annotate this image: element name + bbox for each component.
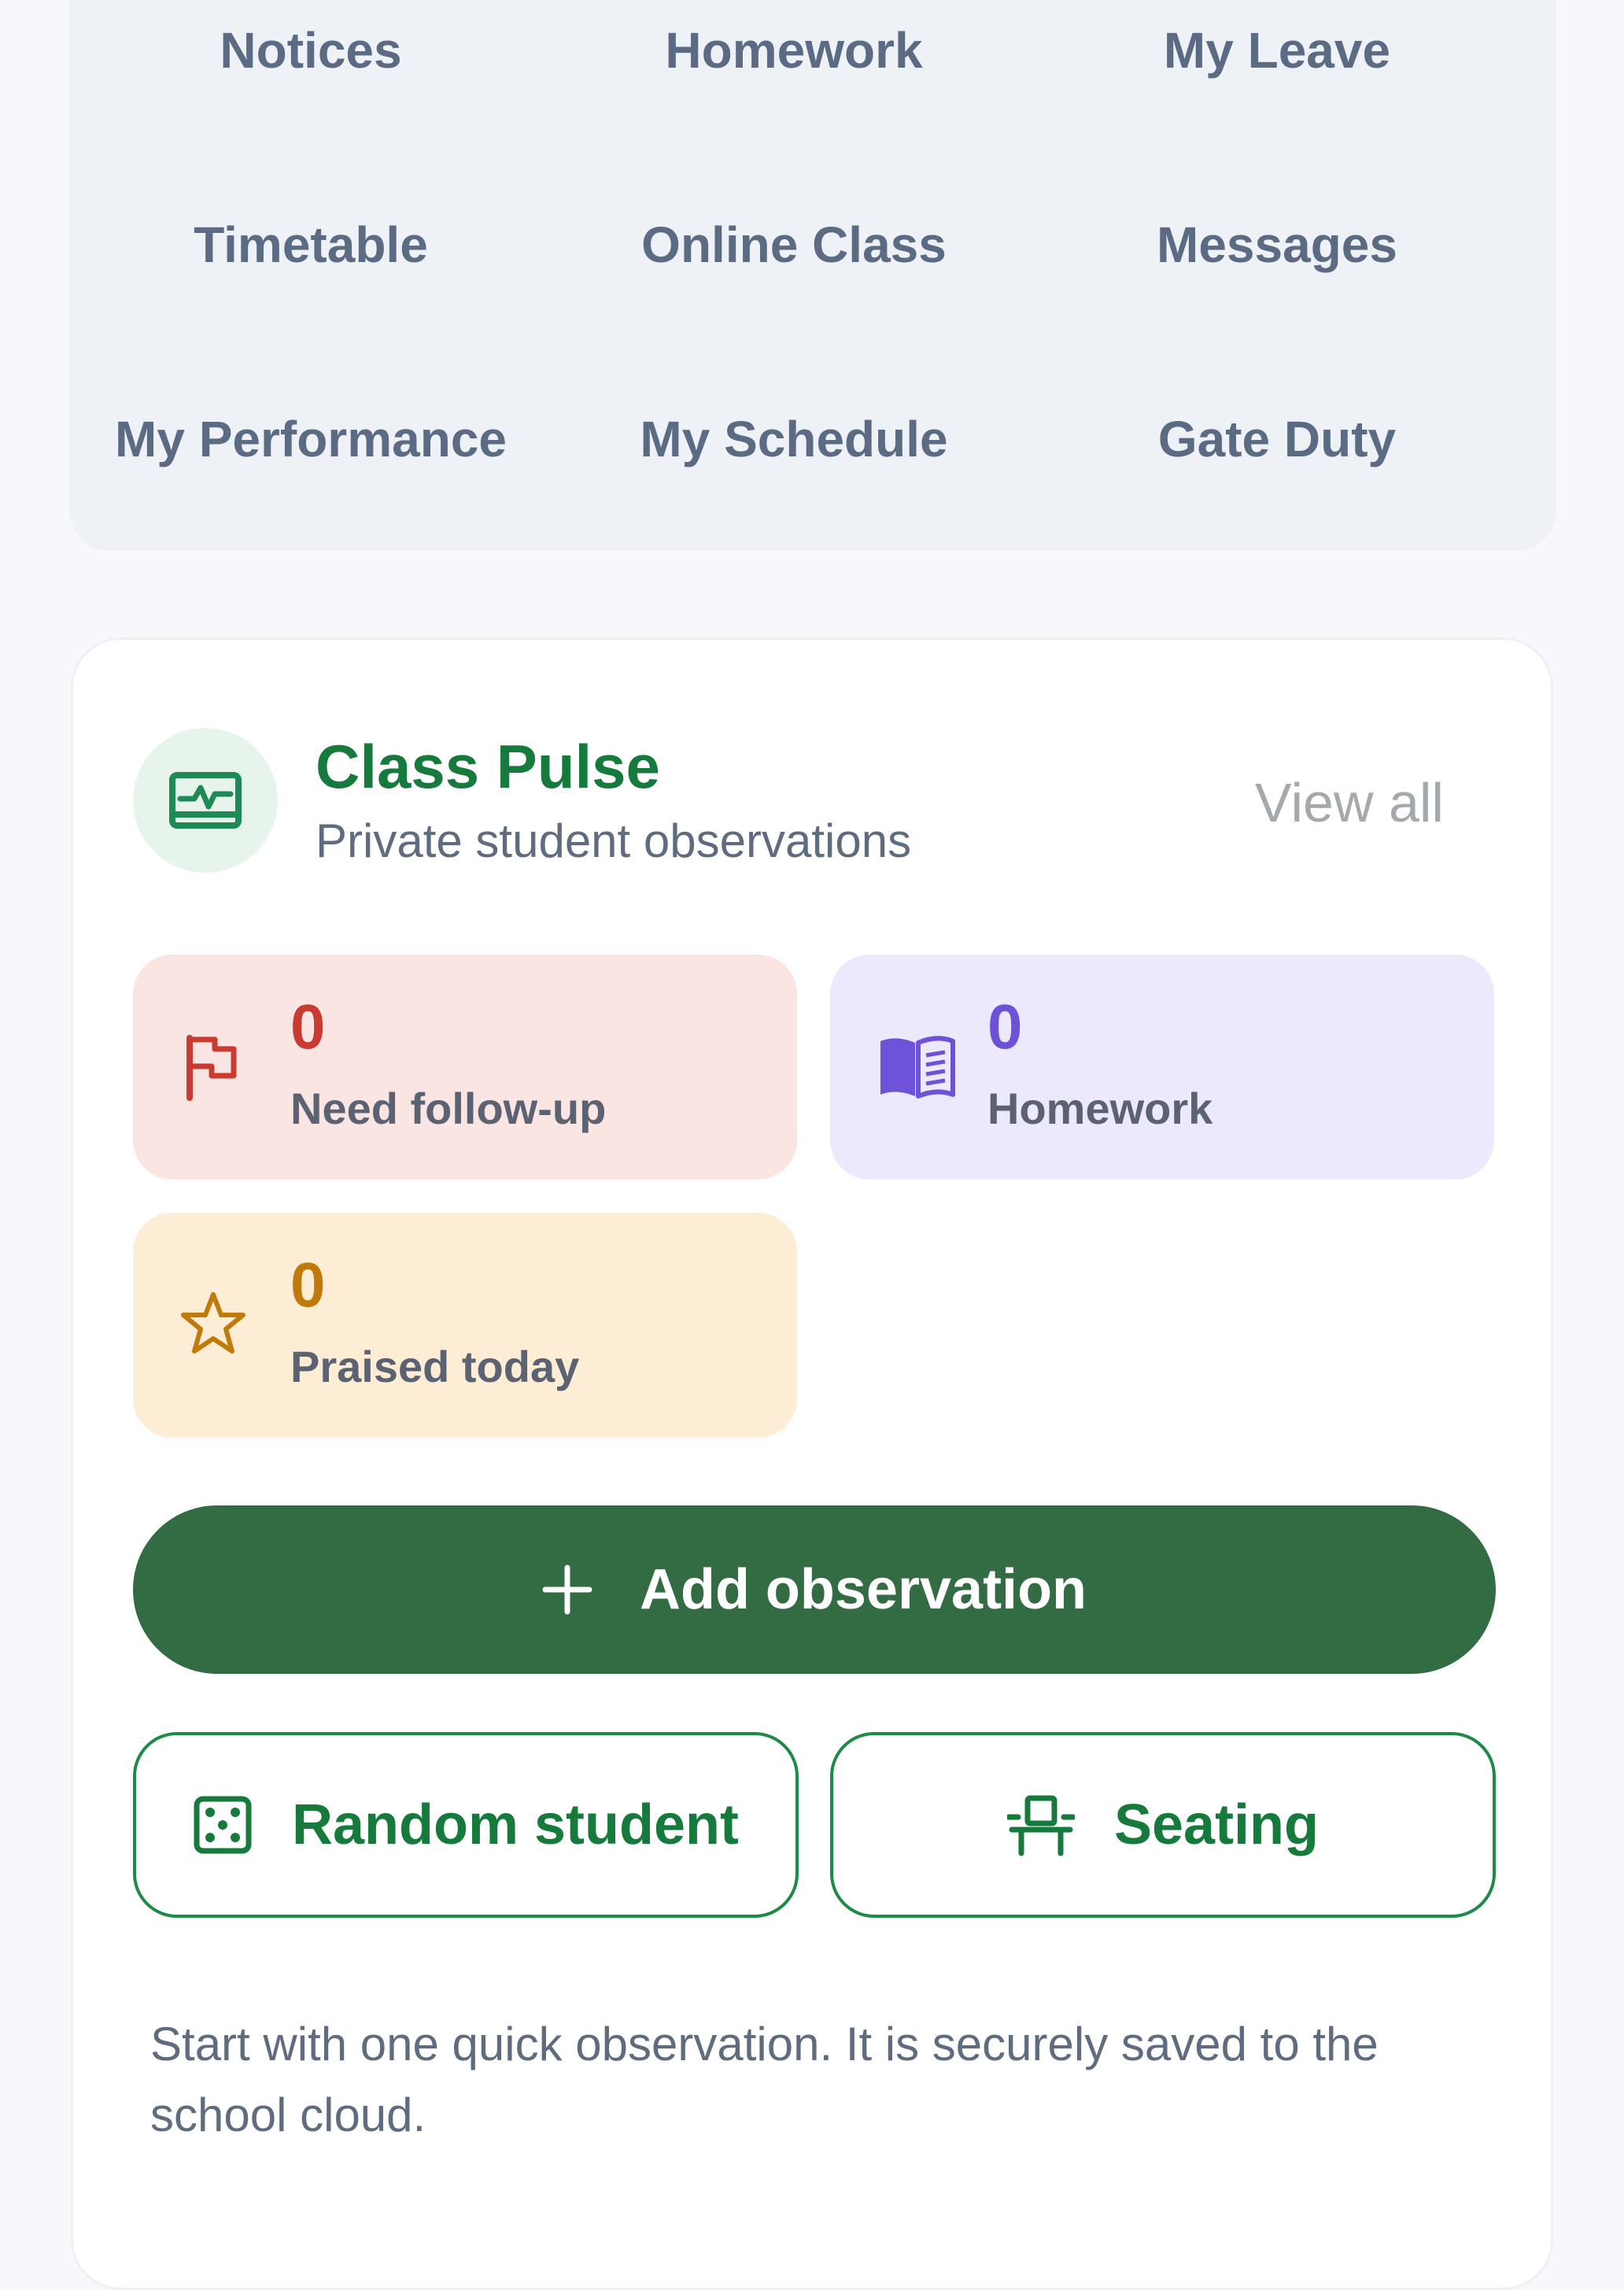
seating-label: Seating (1113, 1793, 1320, 1856)
quick-link-timetable[interactable]: Timetable (69, 220, 552, 270)
quick-link-notices[interactable]: Notices (69, 25, 552, 76)
class-pulse-subtitle: Private student observations (316, 814, 912, 867)
stat-homework[interactable]: 0 Homework (830, 955, 1494, 1180)
quick-link-homework[interactable]: Homework (552, 25, 1035, 76)
homework-count: 0 (987, 992, 1023, 1062)
add-observation-button[interactable]: Add observation (133, 1505, 1496, 1674)
quick-link-my-performance[interactable]: My Performance (69, 414, 552, 464)
view-all-link[interactable]: View all (1255, 775, 1444, 830)
praised-label: Praised today (290, 1342, 580, 1391)
praised-count: 0 (290, 1250, 326, 1320)
quick-link-my-schedule[interactable]: My Schedule (552, 414, 1035, 464)
star-icon (181, 1292, 245, 1354)
follow-up-count: 0 (290, 992, 326, 1062)
quick-links-grid: Notices Homework My Leave Timetable Onli… (69, 0, 1556, 551)
dice-icon (194, 1796, 252, 1854)
class-pulse-title: Class Pulse (316, 732, 660, 801)
quick-link-gate-duty[interactable]: Gate Duty (1035, 414, 1519, 464)
class-pulse-card: Class Pulse Private student observations… (71, 637, 1553, 2290)
seating-button[interactable]: Seating (830, 1732, 1496, 1918)
plus-icon (542, 1564, 592, 1615)
add-observation-label: Add observation (639, 1558, 1087, 1621)
random-student-button[interactable]: Random student (133, 1732, 799, 1918)
stat-need-follow-up[interactable]: 0 Need follow-up (133, 955, 797, 1180)
quick-link-my-leave[interactable]: My Leave (1035, 25, 1519, 76)
follow-up-label: Need follow-up (290, 1084, 607, 1133)
book-icon (880, 1036, 955, 1099)
homework-label: Homework (987, 1084, 1213, 1133)
observation-hint: Start with one quick observation. It is … (150, 2018, 1379, 2141)
chair-icon (1006, 1795, 1075, 1856)
pulse-monitor-icon (169, 772, 242, 829)
quick-link-online-class[interactable]: Online Class (552, 220, 1035, 270)
flag-icon (186, 1035, 237, 1101)
stat-praised-today[interactable]: 0 Praised today (133, 1213, 797, 1438)
random-student-label: Random student (292, 1793, 739, 1856)
pulse-icon-badge (133, 728, 278, 873)
quick-link-messages[interactable]: Messages (1035, 220, 1519, 270)
